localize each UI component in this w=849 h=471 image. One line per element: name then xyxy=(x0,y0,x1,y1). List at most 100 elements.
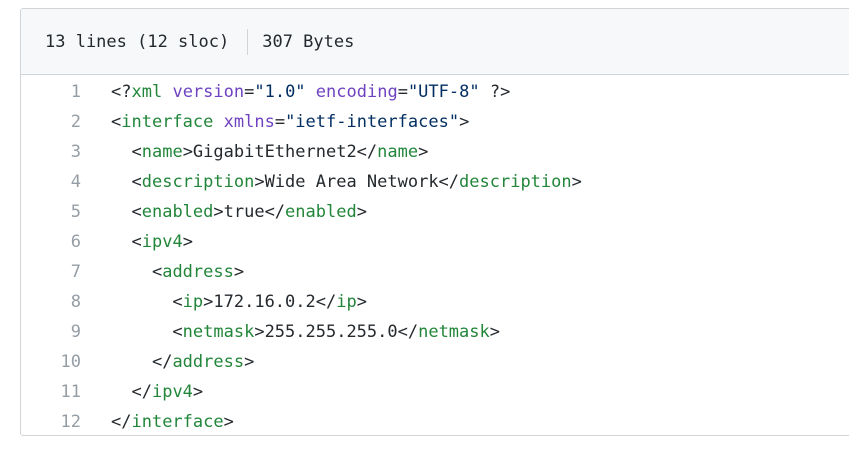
code-token-plain: >172.16.0.2</ xyxy=(203,292,337,312)
code-line: 4 <description>Wide Area Network</descri… xyxy=(21,167,849,197)
code-token-plain: < xyxy=(172,292,183,312)
line-number[interactable]: 2 xyxy=(21,112,111,132)
code-line: 1 <?xml version="1.0" encoding="UTF-8" ?> xyxy=(21,77,849,107)
line-number[interactable]: 8 xyxy=(21,292,111,312)
code-line: 2 <interface xmlns="ietf-interfaces"> xyxy=(21,107,849,137)
code-line: 12 </interface> xyxy=(21,407,849,435)
file-header: 13 lines (12 sloc) 307 Bytes xyxy=(21,9,849,75)
code-token-plain: >255.255.255.0</ xyxy=(254,322,419,342)
code-line: 7 <address> xyxy=(21,257,849,287)
code-token-tag: netmask xyxy=(182,322,255,342)
line-number[interactable]: 6 xyxy=(21,232,111,252)
code-line-content: <interface xmlns="ietf-interfaces"> xyxy=(111,112,469,132)
code-body: 1 <?xml version="1.0" encoding="UTF-8" ?>… xyxy=(21,75,849,435)
code-token-plain: > xyxy=(571,172,582,192)
code-line: 11 </ipv4> xyxy=(21,377,849,407)
line-number[interactable]: 5 xyxy=(21,202,111,222)
code-line: 10 </address> xyxy=(21,347,849,377)
code-token-plain: </ xyxy=(151,352,173,372)
code-token-plain: </ xyxy=(131,382,152,402)
code-line-content: </address> xyxy=(111,352,254,372)
code-token-plain: >true</ xyxy=(213,202,286,222)
code-line: 9 <netmask>255.255.255.0</netmask> xyxy=(21,317,849,347)
line-number[interactable]: 4 xyxy=(21,172,111,192)
code-token-plain: < xyxy=(131,172,142,192)
code-token-plain: >GigabitEthernet2</ xyxy=(182,142,378,162)
file-viewer: 13 lines (12 sloc) 307 Bytes 1 <?xml vers… xyxy=(20,8,849,436)
code-line-content: <ipv4> xyxy=(111,232,193,252)
code-token-plain: < xyxy=(131,202,142,222)
code-token-tag: enabled xyxy=(141,202,214,222)
code-line-content: <name>GigabitEthernet2</name> xyxy=(111,142,428,162)
code-token-tag: netmask xyxy=(418,322,490,342)
code-token-tag: ip xyxy=(182,292,204,312)
code-token-plain: > xyxy=(182,232,193,252)
code-token-plain: < xyxy=(151,262,163,282)
code-token-tag: xml xyxy=(131,82,163,102)
code-token-tag: address xyxy=(172,352,245,372)
code-token-tag: name xyxy=(141,142,183,162)
line-count: 13 lines (12 sloc) xyxy=(45,31,230,52)
line-number[interactable]: 1 xyxy=(21,82,111,102)
code-token-tag: name xyxy=(377,142,419,162)
line-number[interactable]: 3 xyxy=(21,142,111,162)
code-token-plain: < xyxy=(111,112,122,132)
code-token-attr: xmlns xyxy=(223,112,275,132)
code-token-plain: < xyxy=(131,232,142,252)
code-token-str: "ietf-interfaces" xyxy=(285,112,460,132)
file-size: 307 Bytes xyxy=(262,31,355,52)
code-line-content: </interface> xyxy=(111,412,234,432)
code-token-attr: version xyxy=(172,82,245,102)
code-token-attr: encoding xyxy=(315,82,398,102)
line-number[interactable]: 7 xyxy=(21,262,111,282)
code-token-plain: = xyxy=(244,82,255,102)
file-info-divider xyxy=(247,28,249,55)
line-number[interactable]: 11 xyxy=(21,382,111,402)
code-token-plain: ?> xyxy=(479,82,511,102)
code-token-plain: > xyxy=(233,262,245,282)
code-token-tag: ip xyxy=(336,292,357,312)
code-token-plain: < xyxy=(131,142,142,162)
code-token-plain: > xyxy=(192,382,204,402)
code-token-plain: > xyxy=(244,352,255,372)
code-token-plain: > xyxy=(356,202,367,222)
code-token-tag: ipv4 xyxy=(141,232,183,252)
code-token-tag: address xyxy=(162,262,234,282)
code-token-tag: enabled xyxy=(285,202,357,222)
code-token-plain: > xyxy=(223,412,234,432)
code-token-tag: description xyxy=(141,172,255,192)
code-line-content: <description>Wide Area Network</descript… xyxy=(111,172,582,192)
line-number[interactable]: 9 xyxy=(21,322,111,342)
code-line-content: <enabled>true</enabled> xyxy=(111,202,367,222)
code-token-plain: </ xyxy=(111,412,132,432)
line-number[interactable]: 10 xyxy=(21,352,111,372)
line-number[interactable]: 12 xyxy=(21,412,111,432)
code-line-content: <?xml version="1.0" encoding="UTF-8" ?> xyxy=(111,82,510,102)
code-line-content: </ipv4> xyxy=(111,382,203,402)
code-token-plain: < xyxy=(172,322,183,342)
code-token-tag: description xyxy=(459,172,572,192)
code-token-plain: > xyxy=(418,142,429,162)
code-token-tag: ipv4 xyxy=(151,382,193,402)
code-line-content: <netmask>255.255.255.0</netmask> xyxy=(111,322,500,342)
code-token-plain: <? xyxy=(111,82,132,102)
code-line: 5 <enabled>true</enabled> xyxy=(21,197,849,227)
code-token-plain: >Wide Area Network</ xyxy=(254,172,460,192)
code-token-plain: = xyxy=(274,112,286,132)
code-line-content: <ip>172.16.0.2</ip> xyxy=(111,292,367,312)
code-line: 6 <ipv4> xyxy=(21,227,849,257)
code-token-str: "1.0" xyxy=(254,82,306,102)
code-token-plain: = xyxy=(397,82,408,102)
code-token-plain: > xyxy=(459,112,470,132)
